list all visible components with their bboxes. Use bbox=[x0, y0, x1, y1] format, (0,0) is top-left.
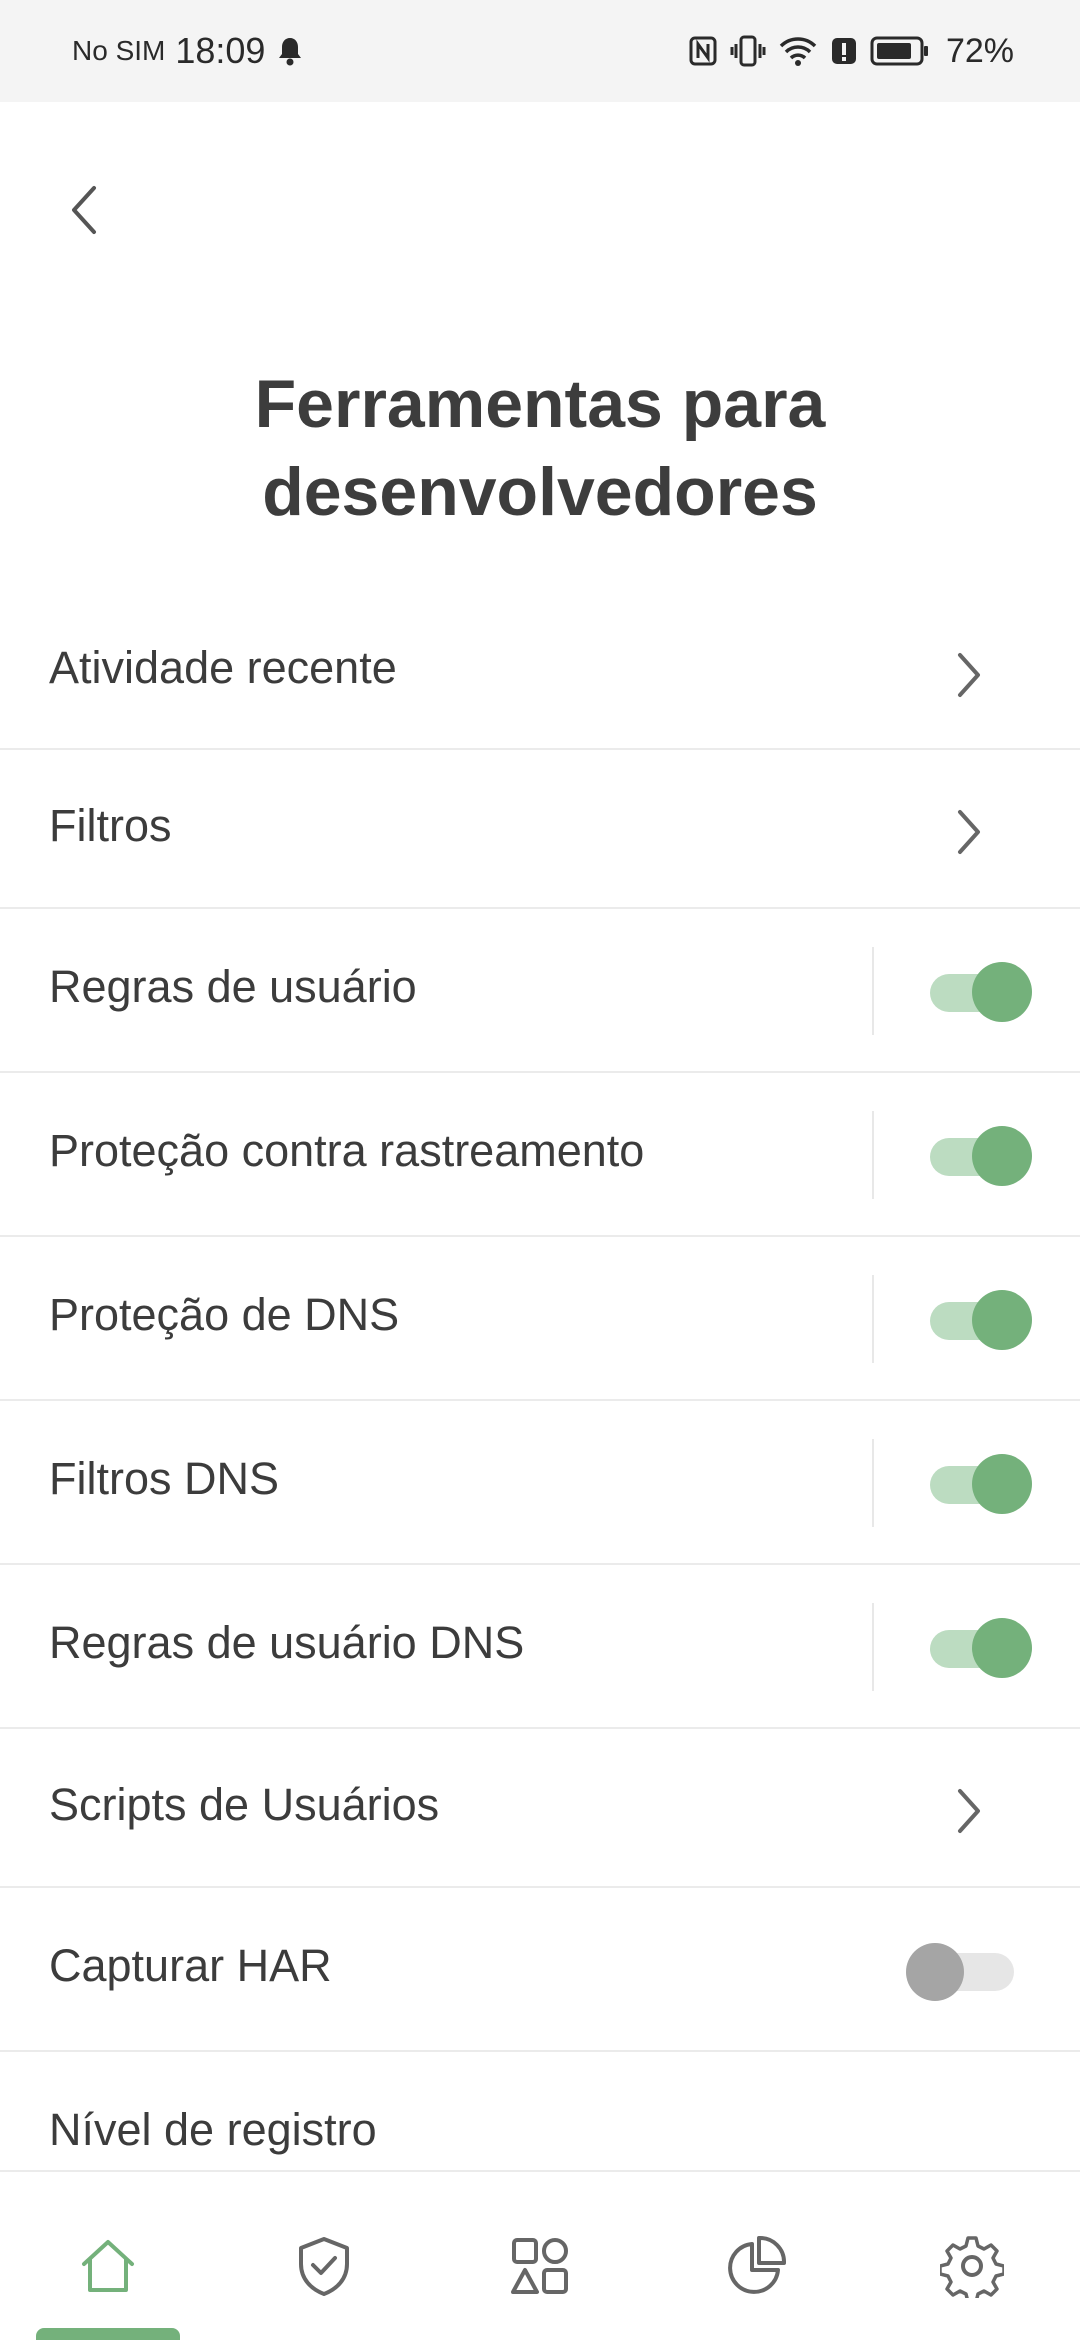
list-item-scripts-de-usuarios[interactable]: Scripts de Usuários bbox=[0, 1729, 1080, 1888]
list-item-capturar-har[interactable]: Capturar HAR bbox=[0, 1888, 1080, 2052]
status-right: 72% bbox=[688, 32, 1014, 71]
nav-settings[interactable] bbox=[927, 2226, 1017, 2306]
list-item-label: Capturar HAR bbox=[49, 1940, 332, 1991]
list-item-protecao-de-dns[interactable]: Proteção de DNS bbox=[0, 1237, 1080, 1401]
list-item-filtros[interactable]: Filtros bbox=[0, 750, 1080, 909]
nav-statistics[interactable] bbox=[711, 2226, 801, 2306]
nav-protection[interactable] bbox=[279, 2226, 369, 2306]
list-item-atividade-recente[interactable]: Atividade recente bbox=[0, 600, 1080, 750]
toggle-knob bbox=[972, 1290, 1032, 1350]
list-item-protecao-contra-rastreamento[interactable]: Proteção contra rastreamento bbox=[0, 1073, 1080, 1237]
wifi-icon bbox=[778, 35, 818, 67]
list-item-label: Proteção de DNS bbox=[49, 1289, 400, 1340]
row-divider bbox=[872, 1603, 874, 1691]
chevron-right-icon bbox=[948, 1781, 988, 1841]
row-divider bbox=[872, 947, 874, 1035]
apps-icon bbox=[511, 2238, 568, 2294]
page-title-line-1: Ferramentas para bbox=[254, 366, 826, 442]
list-item-nivel-de-registro[interactable]: Nível de registro bbox=[0, 2052, 1080, 2172]
page-title: Ferramentas para desenvolvedores bbox=[0, 360, 1080, 536]
toggle-knob bbox=[972, 1126, 1032, 1186]
regras-de-usuario-toggle[interactable] bbox=[922, 961, 1032, 1022]
chevron-left-icon bbox=[72, 186, 96, 234]
list-item-label: Filtros bbox=[49, 800, 172, 851]
settings-icon bbox=[940, 2236, 1004, 2298]
clock: 18:09 bbox=[175, 30, 266, 71]
active-tab-indicator bbox=[36, 2328, 180, 2340]
list-item-regras-de-usuario[interactable]: Regras de usuário bbox=[0, 909, 1080, 1073]
capturar-har-toggle[interactable] bbox=[906, 1940, 1022, 2001]
chevron-right-icon bbox=[948, 802, 988, 862]
status-left: No SIM 18:09 bbox=[72, 30, 305, 72]
page-title-line-2: desenvolvedores bbox=[262, 454, 818, 530]
list-item-filtros-dns[interactable]: Filtros DNS bbox=[0, 1401, 1080, 1565]
alert-icon bbox=[830, 35, 858, 67]
list-item-label: Regras de usuário DNS bbox=[49, 1617, 525, 1668]
home-icon bbox=[82, 2240, 134, 2292]
filtros-dns-toggle[interactable] bbox=[922, 1453, 1032, 1514]
toggle-knob bbox=[906, 1943, 964, 2001]
nav-home[interactable] bbox=[63, 2226, 153, 2306]
regras-de-usuario-dns-toggle[interactable] bbox=[922, 1617, 1032, 1678]
bottom-navigation bbox=[0, 2170, 1080, 2340]
statistics-icon bbox=[728, 2236, 786, 2294]
battery-percentage: 72% bbox=[945, 31, 1014, 70]
row-divider bbox=[872, 1275, 874, 1363]
list-item-label: Scripts de Usuários bbox=[49, 1779, 440, 1830]
toggle-knob bbox=[972, 962, 1032, 1022]
toggle-knob bbox=[972, 1454, 1032, 1514]
battery-icon bbox=[870, 35, 930, 67]
list-item-label: Filtros DNS bbox=[49, 1453, 280, 1504]
nfc-icon bbox=[688, 35, 718, 67]
protecao-contra-rastreamento-toggle[interactable] bbox=[922, 1125, 1032, 1186]
notification-bell-icon bbox=[275, 35, 305, 67]
chevron-right-icon bbox=[948, 645, 988, 705]
shield-check-icon bbox=[299, 2237, 349, 2296]
row-divider bbox=[872, 1439, 874, 1527]
protecao-de-dns-toggle[interactable] bbox=[922, 1289, 1032, 1350]
row-divider bbox=[872, 1111, 874, 1199]
carrier-label: No SIM bbox=[72, 35, 166, 66]
list-item-regras-de-usuario-dns[interactable]: Regras de usuário DNS bbox=[0, 1565, 1080, 1729]
list-item-label: Proteção contra rastreamento bbox=[49, 1125, 645, 1176]
nav-apps[interactable] bbox=[495, 2226, 585, 2306]
back-button[interactable] bbox=[52, 170, 116, 250]
list-item-label: Nível de registro bbox=[49, 2104, 377, 2155]
status-bar: No SIM 18:09 72% bbox=[0, 0, 1080, 102]
list-item-label: Atividade recente bbox=[49, 642, 397, 693]
settings-list: Atividade recente Filtros Regras de usuá… bbox=[0, 600, 1080, 2172]
list-item-label: Regras de usuário bbox=[49, 961, 417, 1012]
toggle-knob bbox=[972, 1618, 1032, 1678]
vibrate-icon bbox=[730, 34, 766, 68]
